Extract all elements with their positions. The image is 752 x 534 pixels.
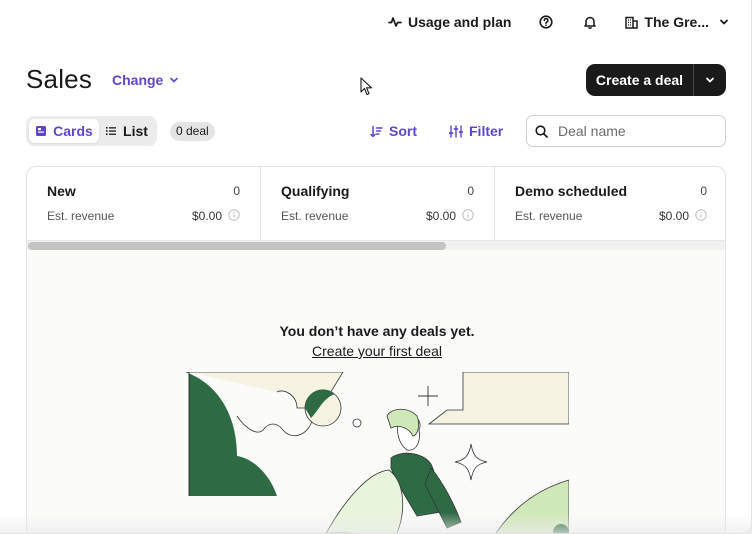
change-label: Change bbox=[112, 72, 164, 88]
search-icon bbox=[535, 124, 548, 138]
column-deal-count: 0 bbox=[233, 184, 240, 198]
column-revenue-value: $0.00 bbox=[425, 209, 456, 223]
column-name: New bbox=[47, 183, 76, 199]
cards-view-icon bbox=[36, 126, 47, 136]
page-title: Sales bbox=[26, 64, 93, 94]
column-revenue-label: Est. revenue bbox=[515, 209, 583, 223]
column-deal-count: 0 bbox=[467, 184, 474, 198]
column-revenue-value: $0.00 bbox=[658, 209, 689, 223]
building-icon bbox=[625, 16, 639, 29]
pipeline-board: New 0 Est. revenue $0.00 Qualifying 0 Es… bbox=[26, 166, 726, 533]
sales-page: Usage and plan The Gre... Sales Change C… bbox=[0, 0, 752, 534]
change-pipeline-button[interactable]: Change bbox=[112, 72, 179, 88]
create-deal-button[interactable]: Create a deal bbox=[586, 64, 694, 96]
empty-state-title: You don’t have any deals yet. bbox=[279, 323, 475, 339]
top-bar: Usage and plan The Gre... bbox=[388, 12, 729, 32]
empty-state-link-row: Create your first deal bbox=[27, 343, 725, 359]
list-view-tab[interactable]: List bbox=[99, 119, 154, 143]
column-name: Qualifying bbox=[281, 183, 350, 199]
organization-name: The Gre... bbox=[644, 14, 709, 30]
chevron-down-icon bbox=[720, 19, 728, 25]
deal-search-box bbox=[526, 115, 726, 147]
create-deal-dropdown-button[interactable] bbox=[694, 64, 726, 96]
usage-and-plan-label: Usage and plan bbox=[407, 14, 512, 30]
empty-state-illustration bbox=[185, 372, 569, 533]
view-toggle: Cards List bbox=[26, 116, 157, 146]
list-view-icon bbox=[106, 127, 117, 135]
sort-button[interactable]: Sort bbox=[370, 123, 417, 139]
filter-button[interactable]: Filter bbox=[449, 123, 503, 139]
notifications-button[interactable] bbox=[583, 15, 597, 29]
pipeline-column-demo-scheduled[interactable]: Demo scheduled 0 Est. revenue $0.00 bbox=[495, 167, 725, 240]
create-first-deal-link[interactable]: Create your first deal bbox=[312, 343, 442, 359]
info-icon[interactable] bbox=[462, 209, 474, 221]
list-view-label: List bbox=[123, 123, 148, 139]
filter-label: Filter bbox=[469, 123, 504, 139]
activity-pulse-icon bbox=[388, 17, 402, 27]
help-circle-icon bbox=[539, 15, 554, 29]
sliders-icon bbox=[449, 124, 463, 138]
bell-icon bbox=[584, 16, 597, 29]
column-deal-count: 0 bbox=[700, 184, 707, 198]
create-deal-split-button: Create a deal bbox=[586, 64, 726, 96]
info-icon[interactable] bbox=[228, 209, 240, 221]
scrollbar-thumb[interactable] bbox=[28, 242, 446, 250]
column-name: Demo scheduled bbox=[515, 183, 628, 199]
chevron-down-icon bbox=[170, 77, 179, 83]
deal-search-input[interactable] bbox=[558, 123, 708, 139]
column-revenue-label: Est. revenue bbox=[47, 209, 115, 223]
info-icon[interactable] bbox=[695, 209, 707, 221]
mouse-cursor-icon bbox=[360, 77, 373, 96]
pipeline-column-new[interactable]: New 0 Est. revenue $0.00 bbox=[27, 167, 261, 240]
column-revenue-value: $0.00 bbox=[191, 209, 222, 223]
pipeline-column-qualifying[interactable]: Qualifying 0 Est. revenue $0.00 bbox=[261, 167, 495, 240]
bottom-fade bbox=[0, 513, 751, 533]
organization-switcher[interactable]: The Gre... bbox=[625, 14, 729, 30]
help-button[interactable] bbox=[539, 15, 554, 29]
cards-view-label: Cards bbox=[53, 123, 93, 139]
column-revenue-label: Est. revenue bbox=[281, 209, 349, 223]
sort-label: Sort bbox=[389, 123, 417, 139]
pipeline-columns: New 0 Est. revenue $0.00 Qualifying 0 Es… bbox=[27, 167, 725, 240]
sort-icon bbox=[370, 125, 383, 137]
cards-view-tab[interactable]: Cards bbox=[29, 119, 99, 143]
usage-and-plan-link[interactable]: Usage and plan bbox=[388, 14, 511, 30]
chevron-down-icon bbox=[706, 77, 714, 83]
deal-count-badge: 0 deal bbox=[170, 122, 215, 141]
horizontal-scrollbar[interactable] bbox=[27, 240, 725, 250]
